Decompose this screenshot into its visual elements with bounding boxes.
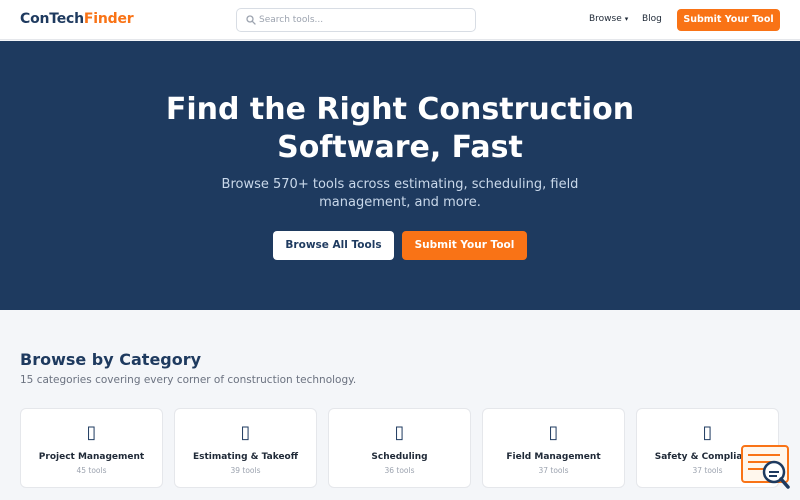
- hero-subtitle: Browse 570+ tools across estimating, sch…: [200, 176, 600, 212]
- hero-submit-tool-button[interactable]: Submit Your Tool: [402, 231, 527, 260]
- hero-subtitle-line-1: Browse 570+ tools across estimating, sch…: [221, 177, 579, 192]
- logo-text-contech: ConTech: [20, 11, 84, 27]
- category-count: 45 tools: [76, 466, 107, 475]
- category-count: 36 tools: [384, 466, 415, 475]
- nav-browse-dropdown[interactable]: Browse ▾: [589, 14, 628, 24]
- category-name: Project Management: [38, 452, 145, 462]
- top-header: ConTechFinder Browse▾ Blog Submit Your T…: [0, 0, 800, 40]
- nav-blog-link[interactable]: Blog: [642, 14, 662, 24]
- hero-section: Find the Right Construction Software, Fa…: [0, 41, 800, 310]
- category-card-estimating-takeoff[interactable]: ▯ Estimating & Takeoff 39 tools: [174, 408, 317, 488]
- field-management-icon: ▯: [548, 422, 559, 443]
- category-card-project-management[interactable]: ▯ Project Management 45 tools: [20, 408, 163, 488]
- search-box[interactable]: [236, 8, 476, 32]
- search-helper-widget-icon[interactable]: [740, 444, 792, 492]
- hero-subtitle-line-2: management, and more.: [319, 195, 481, 210]
- hero-title-line-1: Find the Right Construction: [165, 92, 635, 127]
- project-management-icon: ▯: [86, 422, 97, 443]
- hero-title-line-2: Software, Fast: [277, 130, 523, 165]
- submit-tool-button[interactable]: Submit Your Tool: [677, 9, 780, 31]
- categories-heading: Browse by Category: [20, 350, 202, 369]
- category-name: Estimating & Takeoff: [192, 452, 299, 462]
- browse-all-tools-button[interactable]: Browse All Tools: [273, 231, 394, 260]
- search-input[interactable]: [259, 11, 469, 29]
- site-logo[interactable]: ConTechFinder: [20, 11, 134, 27]
- chevron-down-icon: ▾: [624, 15, 629, 23]
- category-count: 39 tools: [230, 466, 261, 475]
- nav-browse-label: Browse: [589, 14, 622, 24]
- hero-title: Find the Right Construction Software, Fa…: [100, 91, 700, 167]
- search-icon: [246, 15, 256, 25]
- category-count: 37 tools: [538, 466, 569, 475]
- scheduling-icon: ▯: [394, 422, 405, 443]
- category-card-scheduling[interactable]: ▯ Scheduling 36 tools: [328, 408, 471, 488]
- estimating-icon: ▯: [240, 422, 251, 443]
- categories-subheading: 15 categories covering every corner of c…: [20, 374, 357, 386]
- safety-icon: ▯: [702, 422, 713, 443]
- category-name: Scheduling: [371, 452, 428, 462]
- category-name: Field Management: [506, 452, 601, 462]
- logo-text-finder: Finder: [83, 11, 134, 27]
- category-card-field-management[interactable]: ▯ Field Management 37 tools: [482, 408, 625, 488]
